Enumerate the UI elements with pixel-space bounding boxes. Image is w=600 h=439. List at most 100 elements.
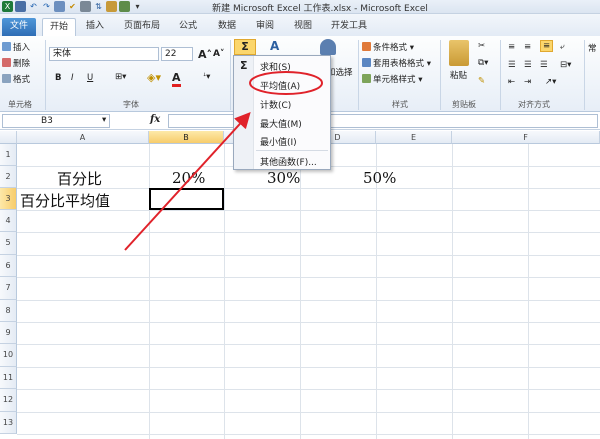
cell-a2[interactable]: 百分比 <box>57 168 102 189</box>
insert-label: 插入 <box>13 43 31 53</box>
row-header-8[interactable]: 8 <box>0 299 17 322</box>
autosum-dropdown-menu: Σ 求和(S) 平均值(A) 计数(C) 最大值(M) 最小值(I) 其他函数(… <box>233 55 331 170</box>
ribbon-tabs: 文件 开始 插入 页面布局 公式 数据 审阅 视图 开发工具 <box>0 14 600 36</box>
format-cells-button[interactable]: 格式 <box>2 73 30 85</box>
copy-icon[interactable]: ⧉▾ <box>478 58 488 68</box>
menu-item-max[interactable]: 最大值(M) <box>260 117 302 130</box>
insert-cells-button[interactable]: 插入 <box>2 41 30 53</box>
conditional-format-icon <box>362 42 371 51</box>
sort-filter-icon[interactable]: A <box>270 39 279 53</box>
find-select-icon[interactable] <box>320 39 336 55</box>
borders-icon[interactable]: ⊞▾ <box>115 72 126 82</box>
menu-item-min[interactable]: 最小值(I) <box>260 135 297 148</box>
align-top-icon[interactable]: ≡ <box>508 42 515 52</box>
cell-c2[interactable]: 30% <box>267 169 300 187</box>
select-all-corner[interactable] <box>0 131 17 144</box>
gridline <box>17 254 600 256</box>
separator <box>500 40 501 110</box>
fill-color-icon[interactable]: ◈▾ <box>147 71 161 84</box>
align-left-icon[interactable]: ☰ <box>508 60 516 70</box>
tab-developer[interactable]: 开发工具 <box>327 18 371 36</box>
menu-item-sum[interactable]: 求和(S) <box>260 60 291 73</box>
align-right-icon[interactable]: ☰ <box>540 60 548 70</box>
bold-button[interactable]: B <box>55 73 61 83</box>
format-as-table-button[interactable]: 套用表格格式 ▾ <box>362 57 431 69</box>
delete-cells-button[interactable]: 删除 <box>2 57 30 69</box>
tab-home[interactable]: 开始 <box>42 18 76 36</box>
separator <box>230 40 231 110</box>
align-bottom-icon[interactable]: ≡ <box>540 40 554 52</box>
menu-item-average[interactable]: 平均值(A) <box>260 79 300 92</box>
cut-icon[interactable]: ✂ <box>478 41 485 51</box>
name-box[interactable]: B3 <box>2 114 110 128</box>
row-header-6[interactable]: 6 <box>0 254 17 278</box>
column-header-a[interactable]: A <box>17 131 149 144</box>
grow-font-button[interactable]: A˄ <box>198 48 212 61</box>
menu-item-more-functions[interactable]: 其他函数(F)... <box>260 155 317 168</box>
delete-icon <box>2 58 11 67</box>
title-bar: X ↶ ↷ ✔ ⇅ ▾ 新建 Microsoft Excel 工作表.xlsx … <box>0 0 600 14</box>
format-painter-icon[interactable]: ✎ <box>478 76 485 86</box>
tab-formulas[interactable]: 公式 <box>173 18 203 36</box>
selected-cell-b3[interactable] <box>149 188 224 210</box>
row-header-3[interactable]: 3 <box>0 188 17 210</box>
menu-item-count[interactable]: 计数(C) <box>260 98 291 111</box>
tab-file[interactable]: 文件 <box>2 18 36 36</box>
insert-icon <box>2 42 11 51</box>
menu-separator <box>256 150 328 151</box>
name-box-dropdown-icon[interactable]: ▾ <box>102 115 106 125</box>
conditional-format-button[interactable]: 条件格式 ▾ <box>362 41 414 53</box>
gridline <box>17 344 600 346</box>
column-header-b[interactable]: B <box>149 131 224 144</box>
tab-view[interactable]: 视图 <box>288 18 318 36</box>
paste-button[interactable]: 粘贴 <box>450 69 467 81</box>
decrease-indent-icon[interactable]: ⇤ <box>508 77 515 87</box>
row-header-10[interactable]: 10 <box>0 344 17 367</box>
row-header-13[interactable]: 13 <box>0 411 17 434</box>
cell-a3[interactable]: 百分比平均值 <box>20 190 110 211</box>
gridline <box>17 389 600 391</box>
worksheet-grid[interactable]: A B C D E F 1 2 3 4 5 6 7 8 9 10 11 12 1… <box>0 131 600 439</box>
shrink-font-button[interactable]: A˅ <box>213 49 224 59</box>
row-header-4[interactable]: 4 <box>0 210 17 233</box>
row-header-9[interactable]: 9 <box>0 322 17 345</box>
row-header-1[interactable]: 1 <box>0 144 17 166</box>
column-header-f[interactable]: F <box>452 131 600 144</box>
underline-button[interactable]: U <box>87 73 93 83</box>
paste-icon[interactable] <box>449 40 469 66</box>
font-group-label: 字体 <box>123 100 139 109</box>
italic-button[interactable]: I <box>71 73 74 83</box>
tab-page-layout[interactable]: 页面布局 <box>118 18 166 36</box>
row-header-2[interactable]: 2 <box>0 166 17 188</box>
autosum-button[interactable]: Σ <box>234 39 256 55</box>
conditional-format-label: 条件格式 <box>373 43 408 53</box>
number-format-box[interactable]: 常 <box>588 42 597 54</box>
orientation-icon[interactable]: ↗▾ <box>545 77 556 87</box>
separator <box>440 40 441 110</box>
align-center-icon[interactable]: ☰ <box>524 60 532 70</box>
row-header-7[interactable]: 7 <box>0 277 17 300</box>
row-header-12[interactable]: 12 <box>0 389 17 412</box>
cell-styles-button[interactable]: 单元格样式 ▾ <box>362 73 422 85</box>
insert-function-icon[interactable]: fx <box>150 114 160 125</box>
tab-insert[interactable]: 插入 <box>80 18 110 36</box>
align-middle-icon[interactable]: ≡ <box>524 42 531 52</box>
increase-indent-icon[interactable]: ⇥ <box>524 77 531 87</box>
cell-d2[interactable]: 50% <box>363 169 396 187</box>
font-size-box[interactable]: 22 <box>161 47 193 61</box>
tab-review[interactable]: 审阅 <box>250 18 280 36</box>
column-header-e[interactable]: E <box>376 131 452 144</box>
font-color-icon[interactable]: A <box>172 71 181 87</box>
cell-b2[interactable]: 20% <box>172 169 205 187</box>
wrap-text-icon[interactable]: ⤶ <box>560 42 565 52</box>
tab-data[interactable]: 数据 <box>212 18 242 36</box>
separator <box>45 40 46 110</box>
font-name-box[interactable]: 宋体 <box>49 47 159 61</box>
sort-filter-label: A <box>270 39 280 53</box>
gridline <box>17 232 600 234</box>
gridline <box>17 411 600 413</box>
row-header-5[interactable]: 5 <box>0 232 17 255</box>
phonetic-icon[interactable]: ꜜ▾ <box>203 72 210 82</box>
merge-icon[interactable]: ⊟▾ <box>560 60 571 70</box>
row-header-11[interactable]: 11 <box>0 366 17 390</box>
